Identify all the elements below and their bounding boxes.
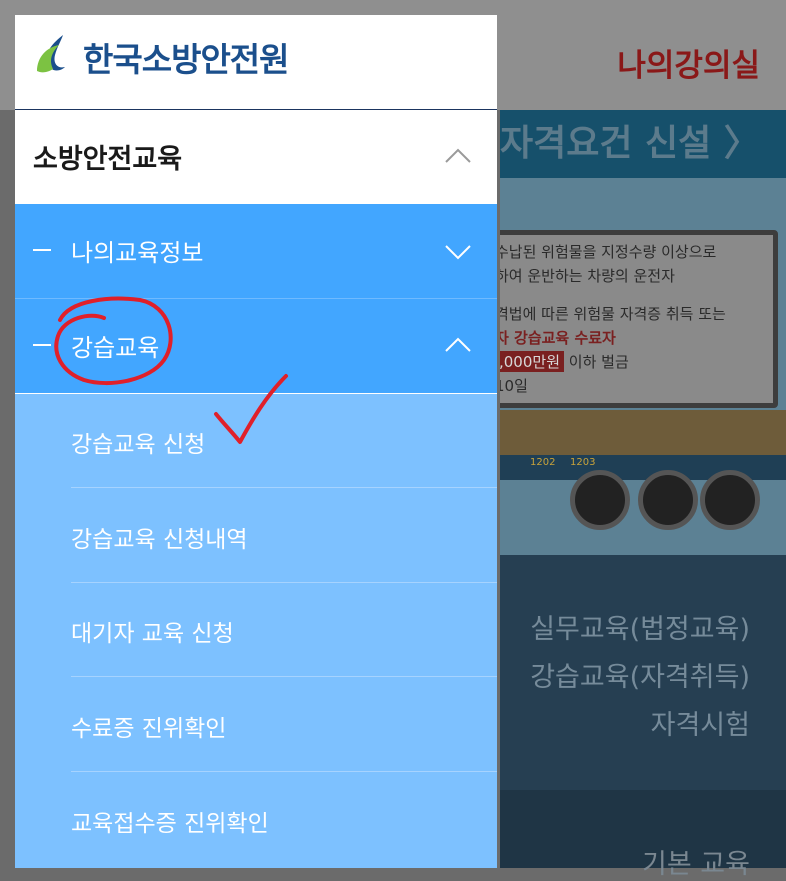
menu-item-divider — [71, 487, 497, 488]
kfsi-logo-icon[interactable] — [33, 33, 77, 79]
navigation-drawer: 한국소방안전원 소방안전교육 나의교육정보 강습교육 강습교육 신청 강습교육 … — [15, 15, 497, 868]
plate-number: 1203 — [570, 457, 596, 468]
dash-icon — [33, 344, 51, 346]
menu-item-application-history[interactable]: 강습교육 신청내역 — [15, 489, 497, 583]
submenu-training-education[interactable]: 강습교육 — [15, 299, 497, 393]
chevron-up-icon[interactable] — [445, 337, 471, 357]
chevron-down-icon[interactable] — [445, 244, 471, 264]
menu-item-label: 교육접수증 진위확인 — [71, 811, 269, 837]
truck-wheel — [638, 470, 698, 530]
menu-item-receipt-verify[interactable]: 교육접수증 진위확인 — [15, 773, 497, 867]
qualification-exam-link[interactable]: 자격시험 — [651, 703, 750, 742]
menu-item-label: 강습교육 신청 — [71, 432, 206, 458]
banner-fine-row: ,000만원 이하 벌금 — [500, 351, 629, 372]
fine-badge: ,000만원 — [500, 351, 564, 372]
banner-line: 격법에 따른 위험물 자격증 취득 또는 — [500, 305, 726, 323]
menu-item-divider — [71, 771, 497, 772]
menu-item-waitlist-apply[interactable]: 대기자 교육 신청 — [15, 583, 497, 677]
category-label: 소방안전교육 — [33, 144, 183, 175]
basic-education-link[interactable]: 기본 교육 — [642, 842, 750, 881]
submenu-label: 나의교육정보 — [71, 239, 204, 267]
banner-line: 하여 운반하는 차량의 운전자 — [500, 267, 675, 285]
plate-number: 1202 — [530, 457, 556, 468]
submenu-my-education-info[interactable]: 나의교육정보 — [15, 204, 497, 298]
truck-wheel — [570, 470, 630, 530]
menu-item-label: 강습교육 신청내역 — [71, 527, 248, 553]
submenu-label: 강습교육 — [71, 334, 160, 362]
training-education-link[interactable]: 강습교육(자격취득) — [530, 655, 750, 694]
my-classroom-link[interactable]: 나의강의실 — [617, 40, 760, 85]
banner-notice-card: 수납된 위험물을 지정수량 이상으로 하여 운반하는 차량의 운전자 격법에 따… — [500, 230, 778, 408]
drawer-header: 한국소방안전원 — [15, 15, 497, 110]
banner-line: 10일 — [500, 377, 528, 395]
banner-line: 이하 벌금 — [568, 353, 629, 371]
submenu-items: 강습교육 신청 강습교육 신청내역 대기자 교육 신청 수료증 진위확인 교육접… — [15, 394, 497, 868]
site-logo-text[interactable]: 한국소방안전원 — [83, 33, 290, 81]
background-banner: 자격요건 신설 〉 수납된 위험물을 지정수량 이상으로 하여 운반하는 차량의… — [500, 110, 786, 555]
chevron-up-icon[interactable] — [445, 148, 471, 168]
background-link-section: 실무교육(법정교육) 강습교육(자격취득) 자격시험 — [500, 555, 786, 790]
menu-item-label: 대기자 교육 신청 — [71, 621, 234, 647]
category-education[interactable]: 소방안전교육 — [15, 110, 497, 204]
practical-education-link[interactable]: 실무교육(법정교육) — [530, 607, 750, 646]
menu-item-certificate-verify[interactable]: 수료증 진위확인 — [15, 678, 497, 772]
dash-icon — [33, 249, 51, 251]
menu-item-divider — [71, 676, 497, 677]
truck-wheel — [700, 470, 760, 530]
banner-line: 자 강습교육 수료자 — [500, 329, 616, 347]
menu-item-apply[interactable]: 강습교육 신청 — [15, 394, 497, 488]
menu-item-label: 수료증 진위확인 — [71, 716, 227, 742]
banner-line: 수납된 위험물을 지정수량 이상으로 — [500, 243, 717, 261]
banner-title: 자격요건 신설 〉 — [500, 110, 786, 178]
